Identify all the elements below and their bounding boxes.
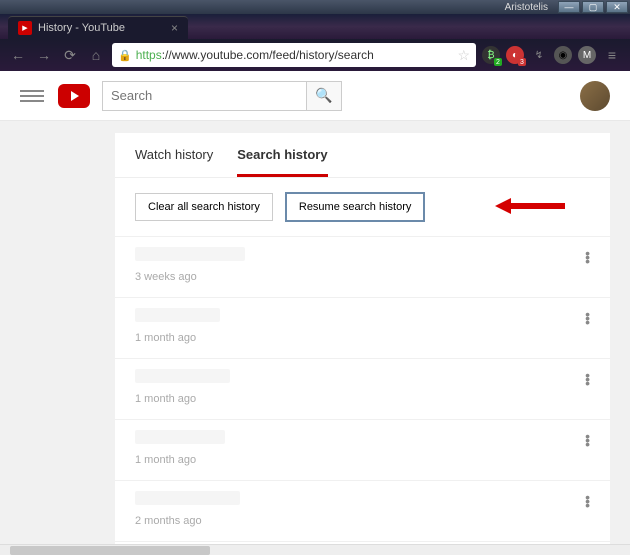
- extension-icon-3[interactable]: ↯: [530, 46, 548, 64]
- history-time: 1 month ago: [135, 393, 590, 405]
- user-label: Aristotelis: [505, 2, 548, 13]
- search-container: 🔍: [102, 81, 342, 111]
- history-query-redacted: [135, 491, 240, 505]
- history-item: 1 month ago •••: [115, 297, 610, 358]
- youtube-logo-icon[interactable]: [58, 84, 90, 108]
- history-time: 1 month ago: [135, 454, 590, 466]
- content-scroll[interactable]: 🔍 Watch history Search history Clear all…: [0, 71, 630, 544]
- item-menu-icon[interactable]: •••: [585, 495, 590, 507]
- address-bar[interactable]: 🔒 https ://www.youtube.com/feed/history/…: [112, 43, 476, 67]
- history-query-redacted: [135, 369, 230, 383]
- tab-title: History - YouTube: [38, 22, 125, 34]
- hamburger-menu-icon[interactable]: [20, 84, 44, 108]
- history-time: 2 months ago: [135, 515, 590, 527]
- home-button[interactable]: ⌂: [86, 45, 106, 65]
- history-time: 1 month ago: [135, 332, 590, 344]
- url-protocol: https: [136, 48, 162, 62]
- back-button[interactable]: ←: [8, 45, 28, 65]
- minimize-button[interactable]: —: [558, 1, 580, 13]
- history-time: 3 weeks ago: [135, 271, 590, 283]
- clear-all-button[interactable]: Clear all search history: [135, 193, 273, 221]
- history-query-redacted: [135, 308, 220, 322]
- tab-watch-history[interactable]: Watch history: [135, 147, 213, 177]
- window-titlebar: Aristotelis — ▢ ✕: [0, 0, 630, 14]
- search-input[interactable]: [102, 81, 306, 111]
- tab-search-history[interactable]: Search history: [237, 147, 327, 177]
- history-item: 3 weeks ago •••: [115, 236, 610, 297]
- extension-icon-2[interactable]: ◐3: [506, 46, 524, 64]
- url-path: ://www.youtube.com/feed/history/search: [162, 48, 374, 62]
- history-item: 2 months ago •••: [115, 480, 610, 541]
- red-arrow-annotation: [495, 196, 565, 216]
- lock-icon: 🔒: [118, 49, 132, 62]
- actions-row: Clear all search history Resume search h…: [115, 178, 610, 236]
- youtube-header: 🔍: [0, 71, 630, 121]
- resume-search-history-button[interactable]: Resume search history: [285, 192, 426, 222]
- browser-menu-button[interactable]: ≡: [602, 45, 622, 65]
- item-menu-icon[interactable]: •••: [585, 251, 590, 263]
- history-item: 1 month ago •••: [115, 419, 610, 480]
- content-area: 🔍 Watch history Search history Clear all…: [0, 71, 630, 544]
- youtube-favicon-icon: [18, 21, 32, 35]
- item-menu-icon[interactable]: •••: [585, 434, 590, 446]
- search-button[interactable]: 🔍: [306, 81, 342, 111]
- browser-tab[interactable]: History - YouTube ×: [8, 16, 188, 39]
- extension-icon-1[interactable]: ₿2: [482, 46, 500, 64]
- reload-button[interactable]: ⟳: [60, 45, 80, 65]
- history-card: Watch history Search history Clear all s…: [115, 133, 610, 544]
- user-avatar[interactable]: [580, 81, 610, 111]
- history-tabs: Watch history Search history: [115, 133, 610, 178]
- extension-icon-5[interactable]: M: [578, 46, 596, 64]
- forward-button[interactable]: →: [34, 45, 54, 65]
- horizontal-scrollbar[interactable]: [0, 544, 630, 555]
- history-list: 3 weeks ago ••• 1 month ago ••• 1 month ago •…: [115, 236, 610, 544]
- bookmark-star-icon[interactable]: ☆: [457, 47, 470, 64]
- item-menu-icon[interactable]: •••: [585, 373, 590, 385]
- history-item: 1 month ago •••: [115, 358, 610, 419]
- window-controls: — ▢ ✕: [556, 1, 628, 13]
- maximize-button[interactable]: ▢: [582, 1, 604, 13]
- browser-tab-bar: History - YouTube ×: [0, 14, 630, 39]
- tab-close-icon[interactable]: ×: [171, 21, 178, 35]
- item-menu-icon[interactable]: •••: [585, 312, 590, 324]
- scrollbar-thumb[interactable]: [10, 546, 210, 555]
- extension-icon-4[interactable]: ◉: [554, 46, 572, 64]
- close-window-button[interactable]: ✕: [606, 1, 628, 13]
- history-query-redacted: [135, 247, 245, 261]
- browser-toolbar: ← → ⟳ ⌂ 🔒 https ://www.youtube.com/feed/…: [0, 39, 630, 71]
- history-query-redacted: [135, 430, 225, 444]
